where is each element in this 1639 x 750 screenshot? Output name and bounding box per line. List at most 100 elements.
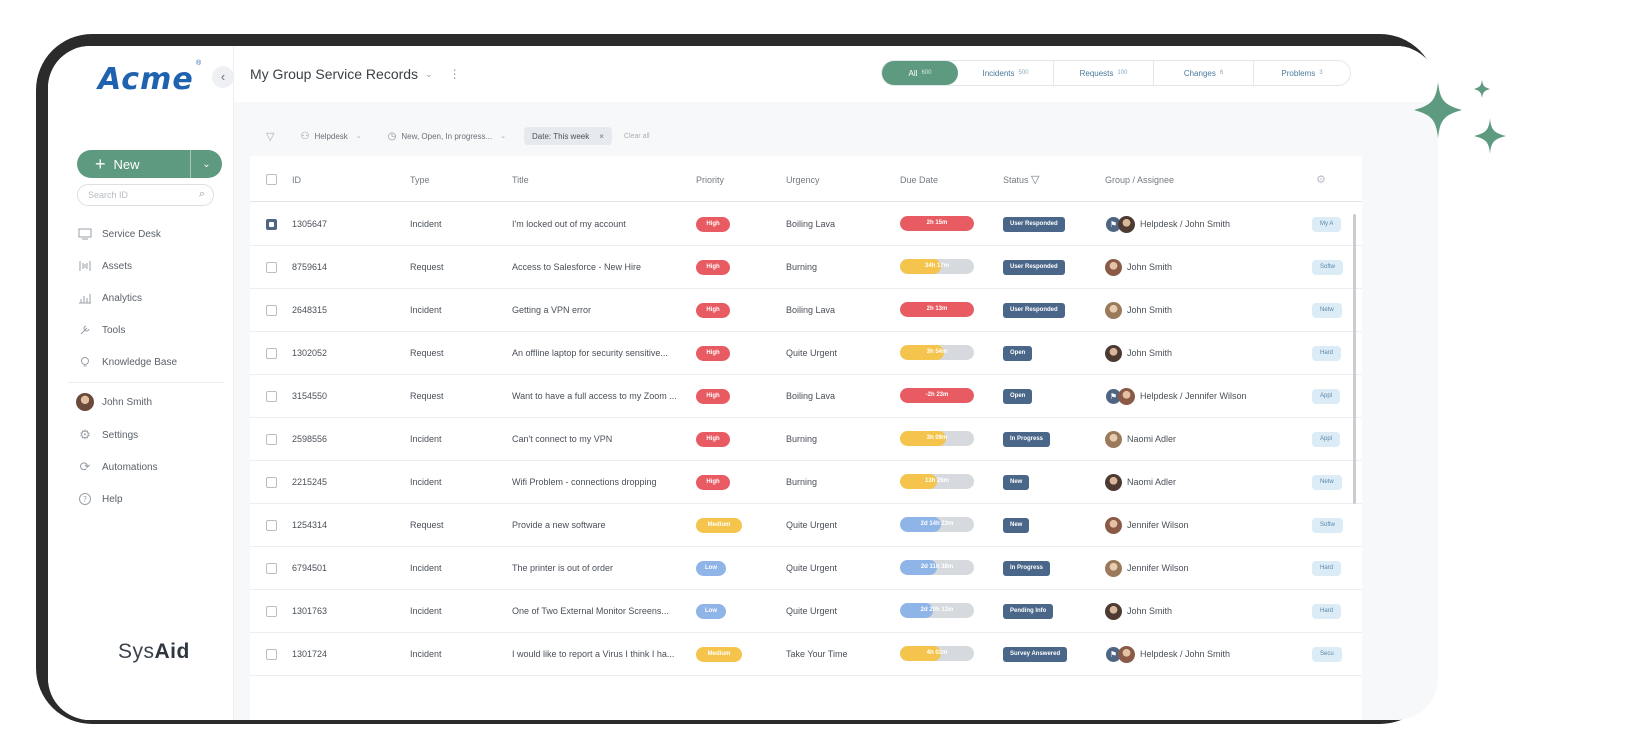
tab-incidents[interactable]: Incidents 500 bbox=[958, 61, 1054, 85]
close-icon[interactable]: × bbox=[599, 132, 604, 141]
nav-knowledge-base[interactable]: Knowledge Base bbox=[76, 354, 177, 370]
record-title[interactable]: Can't connect to my VPN bbox=[512, 434, 612, 444]
status-badge: Open bbox=[1003, 345, 1033, 361]
record-id[interactable]: 2215245 bbox=[292, 477, 327, 487]
filter-icon: ▽ bbox=[1031, 174, 1040, 186]
record-id[interactable]: 2598556 bbox=[292, 434, 327, 444]
tab-requests[interactable]: Requests 100 bbox=[1054, 61, 1154, 85]
avatar bbox=[1105, 516, 1122, 534]
column-due-date[interactable]: Due Date bbox=[900, 175, 938, 185]
search-id-input[interactable]: Search ID ⌕ bbox=[77, 184, 214, 206]
row-checkbox[interactable] bbox=[266, 304, 277, 316]
record-id[interactable]: 8759614 bbox=[292, 262, 327, 272]
row-checkbox[interactable] bbox=[266, 347, 277, 359]
row-checkbox[interactable] bbox=[266, 433, 277, 445]
column-status[interactable]: Status ▽ bbox=[1003, 173, 1040, 186]
select-all-checkbox[interactable] bbox=[266, 174, 277, 185]
record-id[interactable]: 1302052 bbox=[292, 348, 327, 358]
tab-all[interactable]: All 600 bbox=[882, 61, 958, 85]
chevron-down-icon[interactable]: ⌄ bbox=[425, 69, 433, 80]
group-assignee: ⚑ Helpdesk / John Smith bbox=[1105, 215, 1230, 233]
priority-badge: High bbox=[696, 388, 730, 404]
column-title[interactable]: Title bbox=[512, 175, 529, 185]
record-id[interactable]: 1254314 bbox=[292, 520, 327, 530]
record-title[interactable]: An offline laptop for security sensitive… bbox=[512, 348, 668, 358]
scrollbar[interactable] bbox=[1353, 214, 1356, 504]
new-dropdown-toggle[interactable]: ⌄ bbox=[190, 150, 222, 178]
record-title[interactable]: The printer is out of order bbox=[512, 563, 613, 573]
column-urgency[interactable]: Urgency bbox=[786, 175, 820, 185]
date-filter[interactable]: Date: This week × bbox=[524, 127, 612, 145]
nav-tools[interactable]: Tools bbox=[76, 322, 125, 338]
column-type[interactable]: Type bbox=[410, 175, 430, 185]
row-checkbox[interactable] bbox=[266, 605, 277, 617]
table-row[interactable]: 2598556 Incident Can't connect to my VPN Hi… bbox=[250, 418, 1362, 461]
avatar bbox=[1105, 430, 1122, 448]
collapse-sidebar-button[interactable]: ‹ bbox=[212, 66, 234, 88]
record-id[interactable]: 6794501 bbox=[292, 563, 327, 573]
row-checkbox[interactable] bbox=[266, 390, 277, 402]
record-id[interactable]: 1301763 bbox=[292, 606, 327, 616]
table-row[interactable]: 6794501 Incident The printer is out of ord… bbox=[250, 547, 1362, 590]
table-row[interactable]: 1302052 Request An offline laptop for secu… bbox=[250, 332, 1362, 375]
nav-help[interactable]: ? Help bbox=[76, 491, 123, 507]
record-urgency: Quite Urgent bbox=[786, 348, 838, 358]
record-title[interactable]: I would like to report a Virus I think I… bbox=[512, 649, 674, 659]
nav-analytics[interactable]: Analytics bbox=[76, 290, 142, 306]
sysaid-logo: SysAid bbox=[118, 640, 190, 663]
row-checkbox[interactable] bbox=[266, 519, 277, 531]
row-checkbox[interactable] bbox=[266, 648, 277, 660]
record-id[interactable]: 1305647 bbox=[292, 219, 327, 229]
table-row[interactable]: 8759614 Request Access to Salesforce - New… bbox=[250, 246, 1362, 289]
category-tag: Hard bbox=[1312, 603, 1342, 619]
nav-automations[interactable]: ⟳ Automations bbox=[76, 459, 158, 475]
nav-settings[interactable]: ⚙ Settings bbox=[76, 427, 138, 443]
filter-icon[interactable]: ▽ bbox=[266, 130, 274, 143]
sparkle-icon bbox=[1414, 80, 1506, 154]
record-title[interactable]: Want to have a full access to my Zoom ..… bbox=[512, 391, 677, 401]
group-filter[interactable]: ⚇ Helpdesk ⌄ bbox=[292, 127, 369, 145]
clock-icon: ◷ bbox=[387, 130, 397, 142]
column-id[interactable]: ID bbox=[292, 175, 301, 185]
record-title[interactable]: Access to Salesforce - New Hire bbox=[512, 262, 641, 272]
record-title[interactable]: Wifi Problem - connections dropping bbox=[512, 477, 657, 487]
nav-assets[interactable]: Assets bbox=[76, 258, 132, 274]
new-button-main[interactable]: + New bbox=[77, 155, 190, 173]
record-id[interactable]: 3154550 bbox=[292, 391, 327, 401]
table-row[interactable]: 2648315 Incident Getting a VPN error High Bo… bbox=[250, 289, 1362, 332]
table-row[interactable]: 2215245 Incident Wifi Problem - connection… bbox=[250, 461, 1362, 504]
status-filter[interactable]: ◷ New, Open, In progress... ⌄ bbox=[380, 127, 514, 145]
page-title[interactable]: My Group Service Records ⌄ ⋮ bbox=[250, 66, 461, 82]
row-checkbox[interactable] bbox=[266, 261, 277, 273]
due-date-bar: 2d 11h 38m bbox=[900, 559, 974, 577]
record-title[interactable]: One of Two External Monitor Screens... bbox=[512, 606, 669, 616]
column-settings-icon[interactable]: ⚙ bbox=[1316, 173, 1326, 186]
new-button[interactable]: + New ⌄ bbox=[77, 150, 222, 178]
record-urgency: Burning bbox=[786, 477, 818, 487]
tools-icon bbox=[76, 322, 94, 338]
record-type: Incident bbox=[410, 219, 442, 229]
table-row[interactable]: 3154550 Request Want to have a full access… bbox=[250, 375, 1362, 418]
record-id[interactable]: 1301724 bbox=[292, 649, 327, 659]
tab-changes[interactable]: Changes 6 bbox=[1154, 61, 1254, 85]
column-priority[interactable]: Priority bbox=[696, 175, 724, 185]
nav-service-desk[interactable]: Service Desk bbox=[76, 226, 161, 242]
record-title[interactable]: I'm locked out of my account bbox=[512, 219, 626, 229]
status-badge: Open bbox=[1003, 388, 1033, 404]
row-checkbox[interactable] bbox=[266, 562, 277, 574]
table-row[interactable]: 1301724 Incident I would like to report a … bbox=[250, 633, 1362, 676]
table-row[interactable]: 1254314 Request Provide a new software Medi… bbox=[250, 504, 1362, 547]
more-options-icon[interactable]: ⋮ bbox=[449, 67, 461, 81]
table-row[interactable]: 1305647 Incident I'm locked out of my acco… bbox=[250, 203, 1362, 246]
column-group-assignee[interactable]: Group / Assignee bbox=[1105, 175, 1174, 185]
record-title[interactable]: Provide a new software bbox=[512, 520, 606, 530]
record-title[interactable]: Getting a VPN error bbox=[512, 305, 591, 315]
tab-problems[interactable]: Problems 3 bbox=[1254, 61, 1350, 85]
clear-all-link[interactable]: Clear all bbox=[624, 133, 650, 140]
row-checkbox[interactable] bbox=[266, 476, 277, 488]
group-assignee: John Smith bbox=[1105, 602, 1172, 620]
user-profile[interactable]: John Smith bbox=[76, 393, 152, 411]
record-id[interactable]: 2648315 bbox=[292, 305, 327, 315]
row-checkbox[interactable] bbox=[266, 218, 277, 230]
table-row[interactable]: 1301763 Incident One of Two External Monit… bbox=[250, 590, 1362, 633]
